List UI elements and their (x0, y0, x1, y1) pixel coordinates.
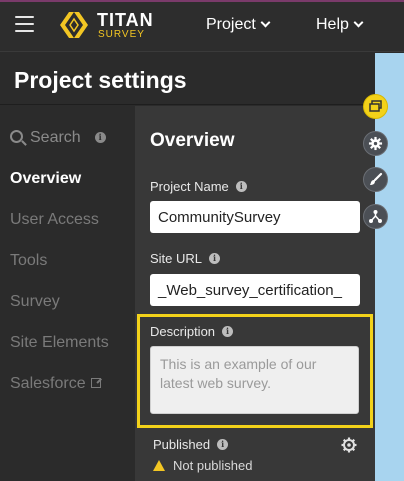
page-header: Project settings (0, 53, 375, 105)
sidebar-item-label: Salesforce (10, 375, 86, 392)
chevron-down-icon (260, 17, 271, 28)
info-icon[interactable]: i (209, 253, 221, 264)
description-textarea[interactable]: This is an example of our latest web sur… (150, 346, 359, 414)
nav-project-menu[interactable]: Project (206, 16, 271, 34)
label-text: Project Name (150, 179, 229, 194)
site-url-label: Site URL i (150, 251, 221, 266)
publish-status-text: Not published (173, 458, 253, 473)
sidebar-item-survey[interactable]: Survey (10, 293, 60, 311)
titan-logo-icon (60, 12, 88, 38)
info-icon[interactable]: i (217, 439, 229, 450)
menu-icon[interactable] (15, 16, 34, 32)
sidebar-item-user-access[interactable]: User Access (10, 211, 99, 229)
section-title: Overview (150, 130, 235, 151)
site-url-input[interactable]: _Web_survey_certification_ (150, 274, 360, 306)
hierarchy-icon (369, 210, 382, 223)
info-icon[interactable]: i (222, 326, 234, 337)
search-label: Search (30, 129, 81, 146)
info-icon[interactable]: i (235, 181, 247, 192)
sidebar-item-overview[interactable]: Overview (10, 170, 81, 188)
nav-help-menu[interactable]: Help (316, 16, 364, 34)
layers-button[interactable] (363, 94, 388, 119)
project-name-input[interactable]: CommunitySurvey (150, 201, 360, 233)
nav-project-label: Project (206, 16, 256, 33)
search-icon (10, 130, 23, 143)
label-text: Site URL (150, 251, 203, 266)
label-text: Description (150, 324, 216, 339)
settings-sidebar: Search i Overview User Access Tools Surve… (0, 106, 135, 481)
external-link-icon (90, 378, 101, 388)
gear-icon[interactable] (341, 437, 357, 453)
structure-button[interactable] (363, 204, 388, 229)
sidebar-search[interactable]: Search i (10, 129, 106, 147)
publish-status: Not published (153, 458, 253, 473)
info-icon[interactable]: i (94, 132, 106, 143)
published-label: Published i (153, 437, 229, 452)
label-text: Published (153, 437, 211, 452)
theme-button[interactable] (363, 167, 388, 192)
brand-subtitle: SURVEY (98, 29, 145, 40)
warning-icon (153, 460, 165, 471)
settings-icon (368, 136, 383, 151)
top-accent-line (0, 0, 404, 2)
project-name-label: Project Name i (150, 179, 247, 194)
paint-brush-icon (370, 172, 383, 185)
overview-panel: Overview Project Name i CommunitySurvey S… (135, 106, 375, 481)
layers-icon (369, 100, 382, 112)
sidebar-item-salesforce[interactable]: Salesforce (10, 375, 101, 393)
brand-name: TITAN (97, 10, 154, 30)
sidebar-item-site-elements[interactable]: Site Elements (10, 334, 109, 352)
top-bar: TITAN SURVEY Project Help (0, 0, 404, 52)
sidebar-item-tools[interactable]: Tools (10, 252, 47, 270)
settings-button[interactable] (363, 131, 388, 156)
nav-help-label: Help (316, 16, 349, 33)
description-label: Description i (150, 324, 234, 339)
page-title: Project settings (14, 67, 187, 93)
chevron-down-icon (353, 17, 364, 28)
